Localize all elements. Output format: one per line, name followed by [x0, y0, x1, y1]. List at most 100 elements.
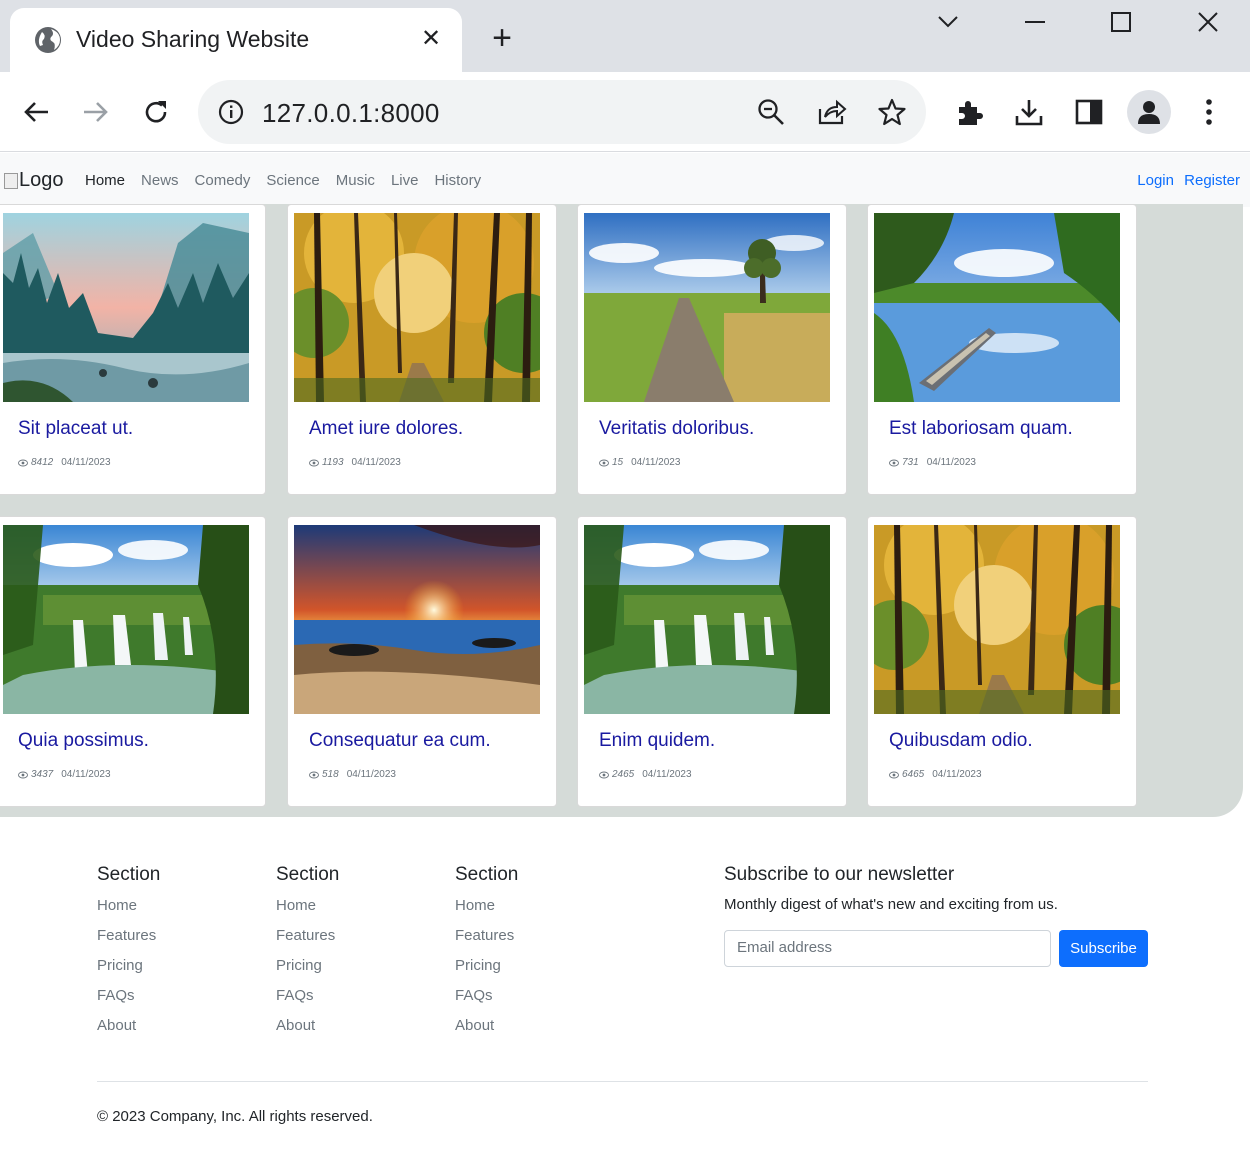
video-thumbnail[interactable] — [294, 213, 540, 402]
footer-link-features[interactable]: Features — [276, 926, 339, 956]
address-bar[interactable]: 127.0.0.1:8000 — [198, 80, 926, 144]
eye-icon — [18, 459, 31, 467]
video-card[interactable]: Quibusdam odio. 6465 04/11/2023 — [867, 516, 1137, 807]
video-title[interactable]: Veritatis doloribus. — [599, 418, 754, 440]
bookmark-star-icon[interactable] — [876, 96, 908, 128]
eye-icon — [599, 459, 612, 467]
footer-link-pricing[interactable]: Pricing — [455, 956, 518, 986]
site-navbar: Logo Home News Comedy Science Music Live… — [0, 153, 1250, 207]
video-thumbnail[interactable] — [584, 213, 830, 402]
video-meta: 1193 04/11/2023 — [309, 457, 401, 468]
video-card[interactable]: Sit placeat ut. 8412 04/11/2023 — [0, 204, 266, 495]
reload-icon[interactable] — [134, 90, 178, 134]
close-window-icon[interactable] — [1178, 0, 1238, 44]
footer-link-features[interactable]: Features — [97, 926, 160, 956]
email-input[interactable]: Email address — [724, 930, 1051, 967]
video-thumbnail[interactable] — [3, 213, 249, 402]
video-title[interactable]: Sit placeat ut. — [18, 418, 133, 440]
nav-history[interactable]: History — [434, 172, 481, 189]
site-info-icon[interactable] — [218, 99, 244, 125]
video-card[interactable]: Veritatis doloribus. 15 04/11/2023 — [577, 204, 847, 495]
close-tab-icon[interactable]: ✕ — [416, 24, 446, 54]
footer-link-home[interactable]: Home — [455, 896, 518, 926]
forward-icon[interactable] — [74, 90, 118, 134]
zoom-icon[interactable] — [755, 96, 787, 128]
video-title[interactable]: Quia possimus. — [18, 730, 149, 752]
video-thumbnail[interactable] — [874, 213, 1120, 402]
upload-date: 04/11/2023 — [642, 769, 692, 780]
auth-links: Login Register — [1131, 172, 1240, 189]
footer-link-faqs[interactable]: FAQs — [276, 986, 339, 1016]
video-meta: 518 04/11/2023 — [309, 769, 396, 780]
video-thumbnail[interactable] — [584, 525, 830, 714]
new-tab-button[interactable]: + — [482, 18, 522, 58]
upload-date: 04/11/2023 — [346, 769, 396, 780]
video-thumbnail[interactable] — [3, 525, 249, 714]
subscribe-button[interactable]: Subscribe — [1059, 930, 1148, 967]
upload-date: 04/11/2023 — [631, 457, 681, 468]
back-icon[interactable] — [14, 90, 58, 134]
view-count: 731 — [902, 457, 919, 468]
view-count: 1193 — [322, 457, 344, 468]
nav-science[interactable]: Science — [266, 172, 319, 189]
footer-column-3: Section Home Features Pricing FAQs About — [455, 864, 518, 1046]
eye-icon — [889, 771, 902, 779]
footer-link-features[interactable]: Features — [455, 926, 518, 956]
footer-link-home[interactable]: Home — [97, 896, 160, 926]
share-icon[interactable] — [816, 96, 848, 128]
menu-kebab-icon[interactable] — [1187, 90, 1231, 134]
video-card[interactable]: Consequatur ea cum. 518 04/11/2023 — [287, 516, 557, 807]
login-link[interactable]: Login — [1137, 172, 1174, 189]
video-title[interactable]: Est laboriosam quam. — [889, 418, 1073, 440]
footer-link-home[interactable]: Home — [276, 896, 339, 926]
video-thumbnail[interactable] — [294, 525, 540, 714]
eye-icon — [599, 771, 612, 779]
footer-link-faqs[interactable]: FAQs — [455, 986, 518, 1016]
video-card[interactable]: Quia possimus. 3437 04/11/2023 — [0, 516, 266, 807]
footer-heading: Section — [97, 864, 161, 885]
video-card[interactable]: Est laboriosam quam. 731 04/11/2023 — [867, 204, 1137, 495]
register-link[interactable]: Register — [1184, 172, 1240, 189]
footer-link-pricing[interactable]: Pricing — [97, 956, 160, 986]
eye-icon — [889, 459, 902, 467]
nav-comedy[interactable]: Comedy — [195, 172, 251, 189]
broken-image-icon — [4, 172, 18, 189]
browser-tab[interactable]: Video Sharing Website ✕ — [10, 8, 462, 72]
tab-search-icon[interactable] — [918, 0, 978, 44]
footer-divider — [97, 1081, 1148, 1082]
nav-home[interactable]: Home — [85, 172, 125, 189]
newsletter-text: Monthly digest of what's new and excitin… — [724, 896, 1058, 913]
eye-icon — [309, 459, 322, 467]
upload-date: 04/11/2023 — [926, 457, 976, 468]
profile-avatar-icon[interactable] — [1127, 90, 1171, 134]
video-card[interactable]: Enim quidem. 2465 04/11/2023 — [577, 516, 847, 807]
footer-link-pricing[interactable]: Pricing — [276, 956, 339, 986]
footer-link-about[interactable]: About — [455, 1016, 518, 1046]
video-meta: 15 04/11/2023 — [599, 457, 680, 468]
footer-link-about[interactable]: About — [276, 1016, 339, 1046]
footer-column-2: Section Home Features Pricing FAQs About — [276, 864, 339, 1046]
download-icon[interactable] — [1007, 90, 1051, 134]
video-title[interactable]: Quibusdam odio. — [889, 730, 1033, 752]
nav-news[interactable]: News — [141, 172, 179, 189]
video-title[interactable]: Consequatur ea cum. — [309, 730, 491, 752]
video-title[interactable]: Amet iure dolores. — [309, 418, 463, 440]
video-thumbnail[interactable] — [874, 525, 1120, 714]
maximize-icon[interactable] — [1091, 0, 1151, 44]
nav-live[interactable]: Live — [391, 172, 419, 189]
footer-heading: Section — [455, 864, 519, 885]
side-panel-icon[interactable] — [1067, 90, 1111, 134]
footer-column-1: Section Home Features Pricing FAQs About — [97, 864, 160, 1046]
footer-link-faqs[interactable]: FAQs — [97, 986, 160, 1016]
view-count: 15 — [612, 457, 624, 468]
minimize-icon[interactable] — [1005, 0, 1065, 44]
video-card[interactable]: Amet iure dolores. 1193 04/11/2023 — [287, 204, 557, 495]
video-meta: 6465 04/11/2023 — [889, 769, 982, 780]
logo[interactable]: Logo — [4, 169, 64, 192]
tab-title: Video Sharing Website — [76, 26, 310, 52]
nav-music[interactable]: Music — [336, 172, 375, 189]
extensions-icon[interactable] — [947, 90, 991, 134]
video-title[interactable]: Enim quidem. — [599, 730, 715, 752]
url-text[interactable]: 127.0.0.1:8000 — [262, 98, 440, 129]
footer-link-about[interactable]: About — [97, 1016, 160, 1046]
